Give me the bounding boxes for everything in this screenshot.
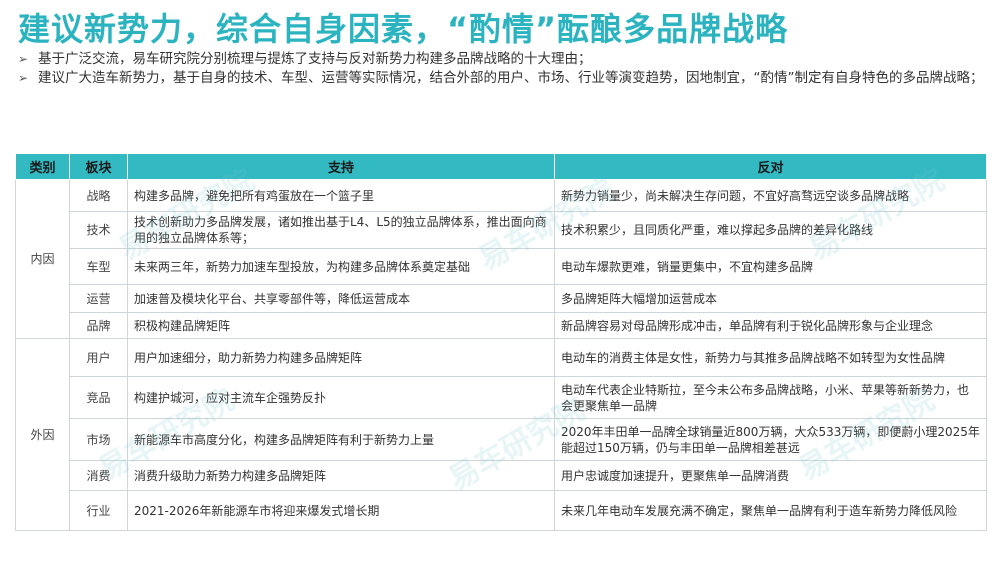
oppose-cell: 电动车爆款更难，销量更集中，不宜构建多品牌 <box>554 248 987 285</box>
section-cell: 运营 <box>69 284 128 313</box>
support-cell: 技术创新助力多品牌发展，诸如推出基于L4、L5的独立品牌体系，推出面向商用的独立… <box>127 211 555 249</box>
table-row: 行业 2021-2026年新能源车市将迎来爆发式增长期 未来几年电动车发展充满不… <box>16 490 987 531</box>
header-oppose: 反对 <box>554 153 987 180</box>
section-cell: 技术 <box>69 211 128 249</box>
support-cell: 加速普及模块化平台、共享零部件等，降低运营成本 <box>127 284 555 313</box>
support-cell: 2021-2026年新能源车市将迎来爆发式增长期 <box>127 490 555 531</box>
support-cell: 构建多品牌，避免把所有鸡蛋放在一个篮子里 <box>127 179 555 212</box>
oppose-cell: 用户忠诚度加速提升，更聚焦单一品牌消费 <box>554 460 987 491</box>
arrow-bullet-icon: ➢ <box>18 71 29 85</box>
support-cell: 积极构建品牌矩阵 <box>127 312 555 339</box>
table-row: 外因 用户 用户加速细分，助力新势力构建多品牌矩阵 电动车的消费主体是女性，新势… <box>15 338 987 531</box>
section-cell: 竞品 <box>69 376 128 419</box>
table-row: 品牌 积极构建品牌矩阵 新品牌容易对母品牌形成冲击，单品牌有利于锐化品牌形象与企… <box>16 312 987 339</box>
reasons-table: 类别 板块 支持 反对 内因 战略 构建多品牌，避免把所有鸡蛋放在一个篮子里 新… <box>15 153 987 531</box>
bullet-list: ➢ 基于广泛交流，易车研究院分别梳理与提炼了支持与反对新势力构建多品牌战略的十大… <box>18 50 988 88</box>
category-cell: 外因 <box>15 338 70 531</box>
header-support: 支持 <box>127 153 555 180</box>
oppose-cell: 未来几年电动车发展充满不确定，聚焦单一品牌有利于造车新势力降低风险 <box>554 490 987 531</box>
support-cell: 用户加速细分，助力新势力构建多品牌矩阵 <box>127 338 555 377</box>
bullet-item: ➢ 建议广大造车新势力，基于自身的技术、车型、运营等实际情况，结合外部的用户、市… <box>18 69 988 88</box>
page-title: 建议新势力，综合自身因素，“酌情”酝酿多品牌战略 <box>18 10 789 48</box>
section-cell: 消费 <box>69 460 128 491</box>
section-cell: 行业 <box>69 490 128 531</box>
table-header-row: 类别 板块 支持 反对 <box>15 153 987 180</box>
table-row: 内因 战略 构建多品牌，避免把所有鸡蛋放在一个篮子里 新势力销量少，尚未解决生存… <box>15 179 987 339</box>
support-cell: 新能源车市高度分化，构建多品牌矩阵有利于新势力上量 <box>127 418 555 461</box>
section-cell: 用户 <box>69 338 128 377</box>
arrow-bullet-icon: ➢ <box>18 52 29 66</box>
oppose-cell: 技术积累少，且同质化严重，难以撑起多品牌的差异化路线 <box>554 211 987 249</box>
bullet-text: 建议广大造车新势力，基于自身的技术、车型、运营等实际情况，结合外部的用户、市场、… <box>38 70 984 86</box>
bullet-item: ➢ 基于广泛交流，易车研究院分别梳理与提炼了支持与反对新势力构建多品牌战略的十大… <box>18 50 988 69</box>
support-cell: 构建护城河，应对主流车企强势反扑 <box>127 376 555 419</box>
table-row: 车型 未来两三年，新势力加速车型投放，为构建多品牌体系奠定基础 电动车爆款更难，… <box>16 248 987 285</box>
table-row: 消费 消费升级助力新势力构建多品牌矩阵 用户忠诚度加速提升，更聚焦单一品牌消费 <box>16 460 987 491</box>
oppose-cell: 新势力销量少，尚未解决生存问题，不宜好高骛远空谈多品牌战略 <box>554 179 987 212</box>
oppose-cell: 新品牌容易对母品牌形成冲击，单品牌有利于锐化品牌形象与企业理念 <box>554 312 987 339</box>
category-cell: 内因 <box>15 179 70 339</box>
section-cell: 品牌 <box>69 312 128 339</box>
section-cell: 市场 <box>69 418 128 461</box>
support-cell: 消费升级助力新势力构建多品牌矩阵 <box>127 460 555 491</box>
header-category: 类别 <box>15 153 70 180</box>
oppose-cell: 2020年丰田单一品牌全球销量近800万辆，大众533万辆，即便蔚小理2025年… <box>554 418 987 461</box>
oppose-cell: 电动车代表企业特斯拉，至今未公布多品牌战略，小米、苹果等新新势力，也会更聚焦单一… <box>554 376 987 419</box>
bullet-text: 基于广泛交流，易车研究院分别梳理与提炼了支持与反对新势力构建多品牌战略的十大理由… <box>38 51 592 67</box>
table-row: 技术 技术创新助力多品牌发展，诸如推出基于L4、L5的独立品牌体系，推出面向商用… <box>16 211 987 249</box>
section-cell: 战略 <box>69 179 128 212</box>
table-row: 市场 新能源车市高度分化，构建多品牌矩阵有利于新势力上量 2020年丰田单一品牌… <box>16 418 987 461</box>
table-row: 运营 加速普及模块化平台、共享零部件等，降低运营成本 多品牌矩阵大幅增加运营成本 <box>16 284 987 313</box>
section-cell: 车型 <box>69 248 128 285</box>
table-row: 竞品 构建护城河，应对主流车企强势反扑 电动车代表企业特斯拉，至今未公布多品牌战… <box>16 376 987 419</box>
oppose-cell: 多品牌矩阵大幅增加运营成本 <box>554 284 987 313</box>
oppose-cell: 电动车的消费主体是女性，新势力与其推多品牌战略不如转型为女性品牌 <box>554 338 987 377</box>
support-cell: 未来两三年，新势力加速车型投放，为构建多品牌体系奠定基础 <box>127 248 555 285</box>
header-section: 板块 <box>69 153 128 180</box>
